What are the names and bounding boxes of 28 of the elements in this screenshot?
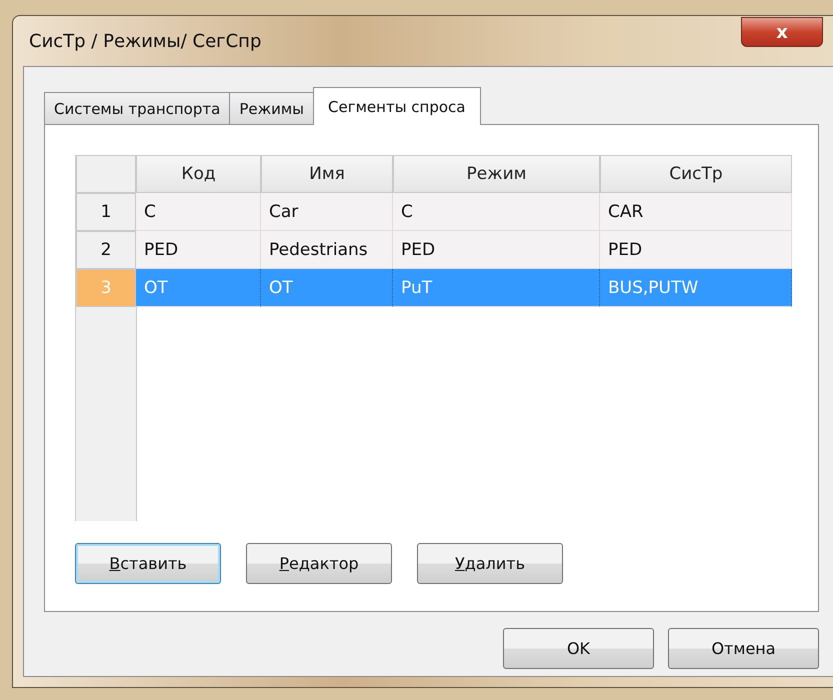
window-title: СисТр / Режимы/ СегСпр [29, 30, 262, 52]
table-cell: PED [600, 231, 792, 269]
table-cell: C [136, 193, 261, 231]
tab[interactable]: Режимы [229, 92, 314, 124]
table-cell: PED [393, 231, 600, 269]
action-button[interactable]: Вставить [75, 543, 221, 584]
table-cell: C [393, 193, 600, 231]
action-button[interactable]: Редактор [246, 543, 392, 584]
table-cell: PED [136, 231, 261, 269]
table-cell: CAR [600, 193, 792, 231]
column-header[interactable]: Режим [393, 155, 600, 193]
column-header[interactable]: Код [136, 155, 261, 193]
row-header[interactable]: 1 [76, 193, 136, 231]
close-button[interactable]: x [741, 17, 823, 47]
table-cell: Pedestrians [261, 231, 393, 269]
action-button[interactable]: Удалить [417, 543, 563, 584]
table-cell: Car [261, 193, 393, 231]
row-header[interactable]: 2 [76, 231, 136, 269]
table-cell: OT [136, 269, 261, 307]
column-header[interactable]: СисТр [600, 155, 792, 193]
dialog-button[interactable]: OK [503, 628, 654, 669]
tab[interactable]: Системы транспорта [44, 92, 230, 124]
dialog-button[interactable]: Отмена [668, 628, 819, 669]
table-cell: OT [261, 269, 393, 307]
table-cell: BUS,PUTW [600, 269, 792, 307]
column-header[interactable]: Имя [261, 155, 393, 193]
table-cell: PuT [393, 269, 600, 307]
tab[interactable]: Сегменты спроса [313, 87, 480, 125]
